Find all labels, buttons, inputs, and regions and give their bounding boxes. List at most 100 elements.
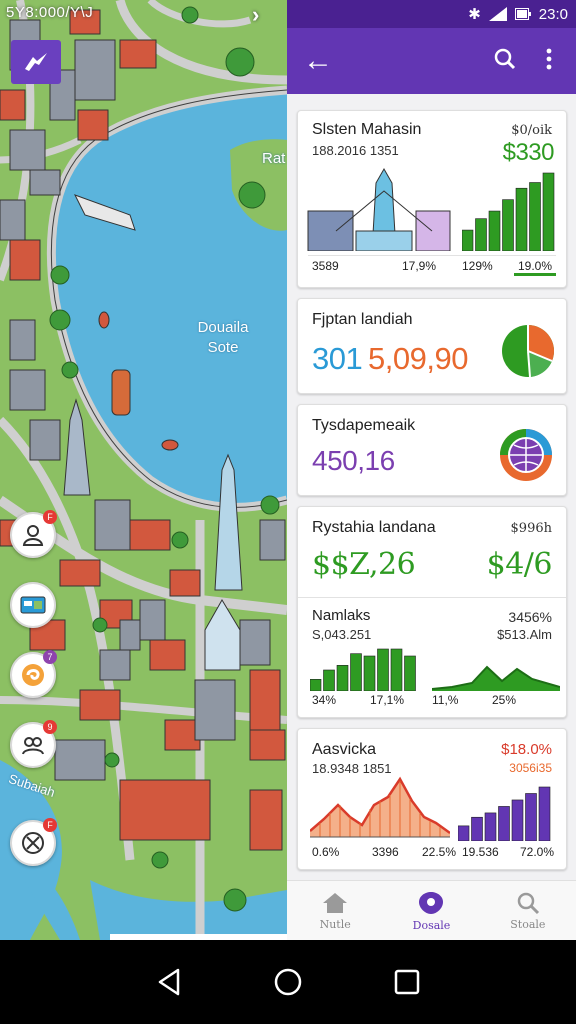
card-stat: 17,1%	[370, 693, 405, 707]
community-fab[interactable]: 9	[10, 720, 57, 768]
map-illustration	[0, 0, 287, 940]
nav-home[interactable]: Nutle	[287, 881, 383, 940]
system-navigation-bar	[0, 940, 576, 1024]
card-stat: 72.0%	[520, 845, 555, 859]
chart-bar	[377, 648, 389, 691]
profile-fab[interactable]: F	[10, 510, 57, 558]
card-title: Aasvicka	[312, 741, 377, 758]
chart-bar	[488, 210, 501, 251]
chart-bar	[515, 187, 528, 251]
card-title: Slsten Mahasin	[312, 121, 422, 138]
nav-label: Dosale	[412, 918, 451, 932]
summary-card-4[interactable]: Rystahia landana $996h $$Z,26 $4/6 Namla…	[297, 506, 567, 718]
user-icon	[22, 525, 44, 546]
chart-bar	[525, 793, 537, 841]
nav-dosale[interactable]: Dosale	[383, 881, 479, 940]
status-time: 23:0	[538, 5, 568, 23]
card-stat: 34%	[312, 693, 337, 707]
nav-label: Stoale	[510, 917, 546, 931]
orange-area-chart	[310, 776, 450, 838]
nav-search[interactable]: Stoale	[480, 881, 576, 940]
pie-chart-icon	[502, 325, 554, 378]
card-stat: 3589	[312, 259, 339, 273]
theme-fab[interactable]: 7	[10, 650, 57, 698]
card-stat: 25%	[492, 693, 517, 707]
layers-fab[interactable]	[10, 582, 56, 628]
purple-bar-chart	[458, 786, 551, 841]
card-title: Tysdapemeaik	[312, 417, 416, 434]
volume-bar-chart	[310, 648, 416, 691]
search-icon	[517, 892, 539, 914]
card-stat: 11,%	[432, 693, 459, 707]
card-stat: 0.6%	[312, 845, 340, 859]
search-icon[interactable]	[490, 48, 520, 75]
summary-card-2[interactable]: Fjptan landiah 301 5,09,90	[297, 298, 567, 394]
card-value-b: 5,09,90	[368, 341, 468, 376]
lake-label: Douaila Sote	[197, 319, 249, 356]
card-amount: $513.Alm	[497, 627, 552, 642]
app-logo[interactable]	[11, 40, 61, 84]
more-vert-icon[interactable]	[534, 48, 564, 75]
card-stat: 17,9%	[402, 259, 437, 273]
notification-badge: 9	[43, 720, 57, 734]
card-delta: 3456%	[508, 609, 552, 625]
card-stat: 3396	[372, 845, 399, 859]
district-label: Rat	[262, 150, 286, 167]
recents-square-icon[interactable]	[394, 969, 420, 995]
notification-badge: F	[43, 818, 57, 832]
chart-bar	[471, 816, 483, 841]
card-value-a: 301	[312, 341, 363, 376]
chart-bar	[363, 655, 376, 691]
back-triangle-icon[interactable]	[156, 968, 182, 996]
dashboard-panel: ✱ 23:0 ← Slsten Mahasin 188.2016 1351 $0…	[287, 0, 576, 940]
bluetooth-icon: ✱	[468, 6, 481, 23]
chart-bar	[404, 655, 416, 691]
chart-bar	[336, 665, 349, 691]
chart-bar	[462, 229, 474, 251]
summary-card-6[interactable]: Aasvicka 18.9348 1851 $18.0% 3056i35 0.6…	[297, 728, 567, 870]
card-delta: $0/oik	[511, 123, 552, 138]
card-value: 450,16	[312, 445, 395, 476]
card-delta: $18.0%	[501, 741, 552, 758]
screen: 5Y8:000/Y\J › Douaila Sote Rat Subaiah F…	[0, 0, 576, 1024]
chart-bar	[529, 182, 541, 251]
chart-bar	[390, 648, 403, 691]
globe-icon	[500, 429, 552, 481]
bird-icon	[25, 53, 47, 71]
nav-label: Nutle	[319, 917, 351, 931]
chart-bar	[475, 218, 487, 251]
card-stat: 19.536	[462, 845, 499, 859]
card-title: Rystahia landana	[312, 519, 436, 536]
card-amount: 3056i35	[509, 761, 552, 775]
back-arrow-icon[interactable]: ←	[303, 46, 476, 76]
close-circle-icon	[22, 832, 44, 854]
skyline-illustration	[307, 167, 451, 251]
home-icon	[323, 892, 348, 913]
home-circle-icon[interactable]	[274, 968, 302, 996]
card-amount: $330	[502, 139, 555, 166]
summary-card-1[interactable]: Slsten Mahasin 188.2016 1351 $0/oik $330…	[297, 110, 567, 288]
bottom-navigation: Nutle Dosale Stoale	[287, 880, 576, 940]
chevron-right-icon[interactable]: ›	[252, 2, 259, 28]
map-layers-icon	[20, 596, 46, 614]
chart-bar	[350, 653, 362, 691]
cancel-fab[interactable]: F	[10, 818, 57, 866]
shield-icon	[419, 891, 444, 914]
chart-bar	[502, 199, 514, 251]
card-stat: 22.5%	[422, 845, 457, 859]
card-subtitle: 18.9348 1851	[312, 761, 392, 776]
card-subtitle: 188.2016 1351	[312, 143, 399, 158]
card-delta: $996h	[510, 521, 552, 536]
city-map[interactable]: 5Y8:000/Y\J › Douaila Sote Rat Subaiah F…	[0, 0, 287, 940]
card-title: Fjptan landiah	[312, 311, 413, 328]
summary-card-3[interactable]: Tysdapemeaik 450,16	[297, 404, 567, 496]
card-divider	[308, 255, 556, 256]
card-stat-highlight: 19.0%	[514, 259, 557, 276]
notification-badge: 7	[43, 650, 57, 664]
chart-bar	[484, 812, 497, 841]
card-value-left: $$Z,26	[312, 547, 416, 582]
card-divider	[298, 597, 566, 598]
signal-icon	[488, 7, 507, 21]
chart-bar	[323, 669, 335, 691]
chart-bar	[511, 799, 524, 841]
